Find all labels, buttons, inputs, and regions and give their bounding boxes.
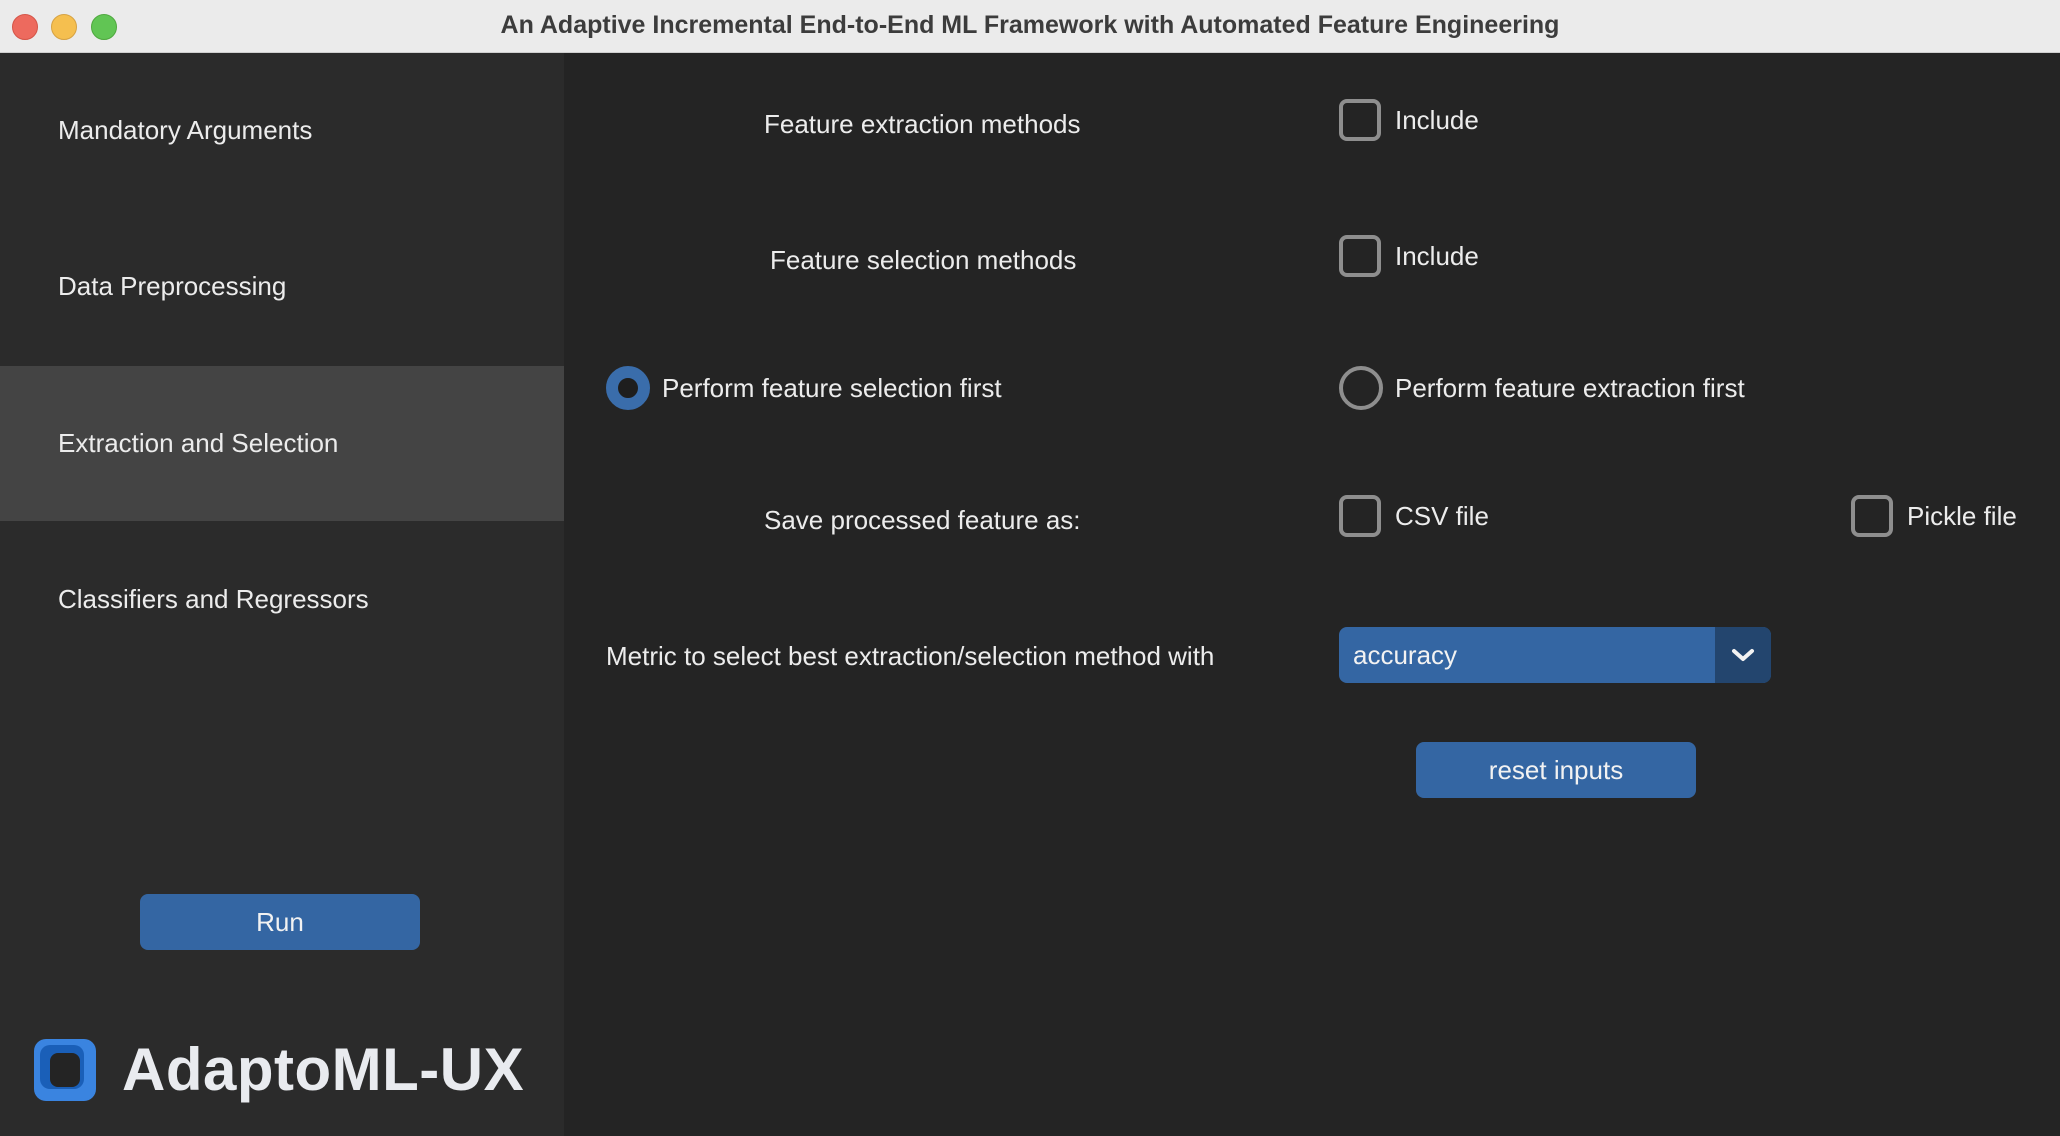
save-pickle-checkbox[interactable]: Pickle file xyxy=(1851,495,2017,537)
radio-selection-first[interactable]: Perform feature selection first xyxy=(606,366,1002,410)
checkbox-label: Include xyxy=(1395,240,1479,271)
feature-selection-include-checkbox[interactable]: Include xyxy=(1339,235,1479,277)
chevron-down-icon[interactable] xyxy=(1715,627,1771,683)
checkbox-label: CSV file xyxy=(1395,500,1489,531)
metric-dropdown[interactable]: accuracy xyxy=(1339,627,1771,683)
feature-extraction-include-checkbox[interactable]: Include xyxy=(1339,99,1479,141)
app-logo-text: AdaptoML-UX xyxy=(122,1036,525,1103)
feature-selection-label: Feature selection methods xyxy=(770,245,1077,275)
radio-label: Perform feature selection first xyxy=(662,372,1002,403)
sidebar-item-label: Data Preprocessing xyxy=(58,271,287,301)
metric-dropdown-value: accuracy xyxy=(1353,639,1458,670)
metric-label: Metric to select best extraction/selecti… xyxy=(606,641,1215,671)
radio-extraction-first[interactable]: Perform feature extraction first xyxy=(1339,366,1745,410)
sidebar-item-mandatory-arguments[interactable]: Mandatory Arguments xyxy=(0,53,564,208)
sidebar-item-label: Extraction and Selection xyxy=(58,428,339,458)
feature-extraction-label: Feature extraction methods xyxy=(764,109,1081,139)
sidebar-item-classifiers-and-regressors[interactable]: Classifiers and Regressors xyxy=(0,522,564,677)
radio-indicator[interactable] xyxy=(606,366,650,410)
save-csv-checkbox[interactable]: CSV file xyxy=(1339,495,1489,537)
sidebar-item-extraction-and-selection[interactable]: Extraction and Selection xyxy=(0,366,564,521)
app-window: An Adaptive Incremental End-to-End ML Fr… xyxy=(0,0,2060,1136)
main-panel: Feature extraction methods Include Featu… xyxy=(564,53,2060,1136)
radio-label: Perform feature extraction first xyxy=(1395,372,1745,403)
run-button[interactable]: Run xyxy=(140,894,420,950)
checkbox-box[interactable] xyxy=(1851,495,1893,537)
reset-inputs-button[interactable]: reset inputs xyxy=(1416,742,1696,798)
sidebar-item-label: Classifiers and Regressors xyxy=(58,584,369,614)
checkbox-label: Pickle file xyxy=(1907,500,2017,531)
sidebar: Mandatory Arguments Data Preprocessing E… xyxy=(0,53,564,1136)
save-processed-feature-label: Save processed feature as: xyxy=(764,505,1081,535)
sidebar-item-data-preprocessing[interactable]: Data Preprocessing xyxy=(0,209,564,364)
app-logo-icon xyxy=(34,1038,96,1101)
checkbox-box[interactable] xyxy=(1339,495,1381,537)
checkbox-label: Include xyxy=(1395,104,1479,135)
title-bar: An Adaptive Incremental End-to-End ML Fr… xyxy=(0,0,2060,53)
radio-indicator[interactable] xyxy=(1339,366,1383,410)
window-title: An Adaptive Incremental End-to-End ML Fr… xyxy=(500,11,1560,39)
checkbox-box[interactable] xyxy=(1339,235,1381,277)
app-logo: AdaptoML-UX xyxy=(34,1035,524,1104)
sidebar-item-label: Mandatory Arguments xyxy=(58,115,313,145)
checkbox-box[interactable] xyxy=(1339,99,1381,141)
